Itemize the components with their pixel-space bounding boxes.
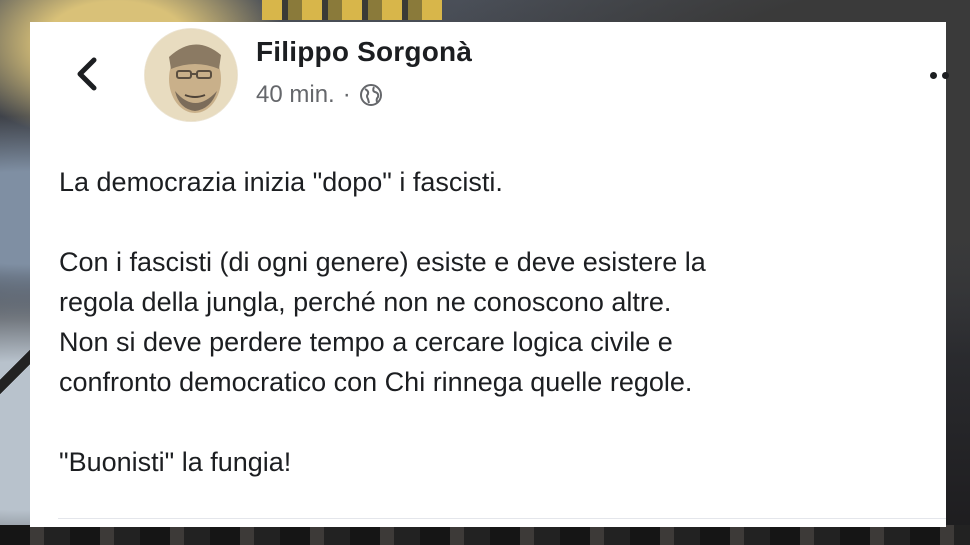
post-paragraph-line: Con i fascisti (di ogni genere) esiste e… bbox=[59, 247, 706, 277]
post-paragraph-line: "Buonisti" la fungia! bbox=[59, 447, 292, 477]
background-pole bbox=[0, 200, 34, 540]
post-meta: 40 min. · bbox=[256, 81, 383, 109]
post-paragraph-line: Non si deve perdere tempo a cercare logi… bbox=[59, 327, 673, 357]
background-flag bbox=[262, 0, 442, 20]
post-paragraph-line: La democrazia inizia "dopo" i fascisti. bbox=[59, 167, 503, 197]
post-paragraph-line: confronto democratico con Chi rinnega qu… bbox=[59, 367, 693, 397]
divider bbox=[58, 518, 946, 519]
author-name[interactable]: Filippo Sorgonà bbox=[256, 36, 472, 68]
meta-separator: · bbox=[342, 81, 351, 108]
post-paragraph-line: regola della jungla, perché non ne conos… bbox=[59, 287, 672, 317]
avatar[interactable] bbox=[144, 28, 238, 122]
background-crowd bbox=[0, 525, 970, 545]
back-button[interactable] bbox=[68, 52, 108, 96]
more-options-button[interactable] bbox=[926, 58, 952, 88]
globe-icon[interactable] bbox=[359, 83, 383, 107]
post-timestamp[interactable]: 40 min. bbox=[256, 81, 335, 109]
more-options-icon bbox=[930, 72, 937, 79]
post-card: Filippo Sorgonà 40 min. · La democrazia … bbox=[30, 22, 949, 527]
post-body: La democrazia inizia "dopo" i fascisti. … bbox=[59, 162, 919, 482]
profile-photo bbox=[145, 29, 237, 121]
chevron-left-icon bbox=[77, 57, 97, 91]
